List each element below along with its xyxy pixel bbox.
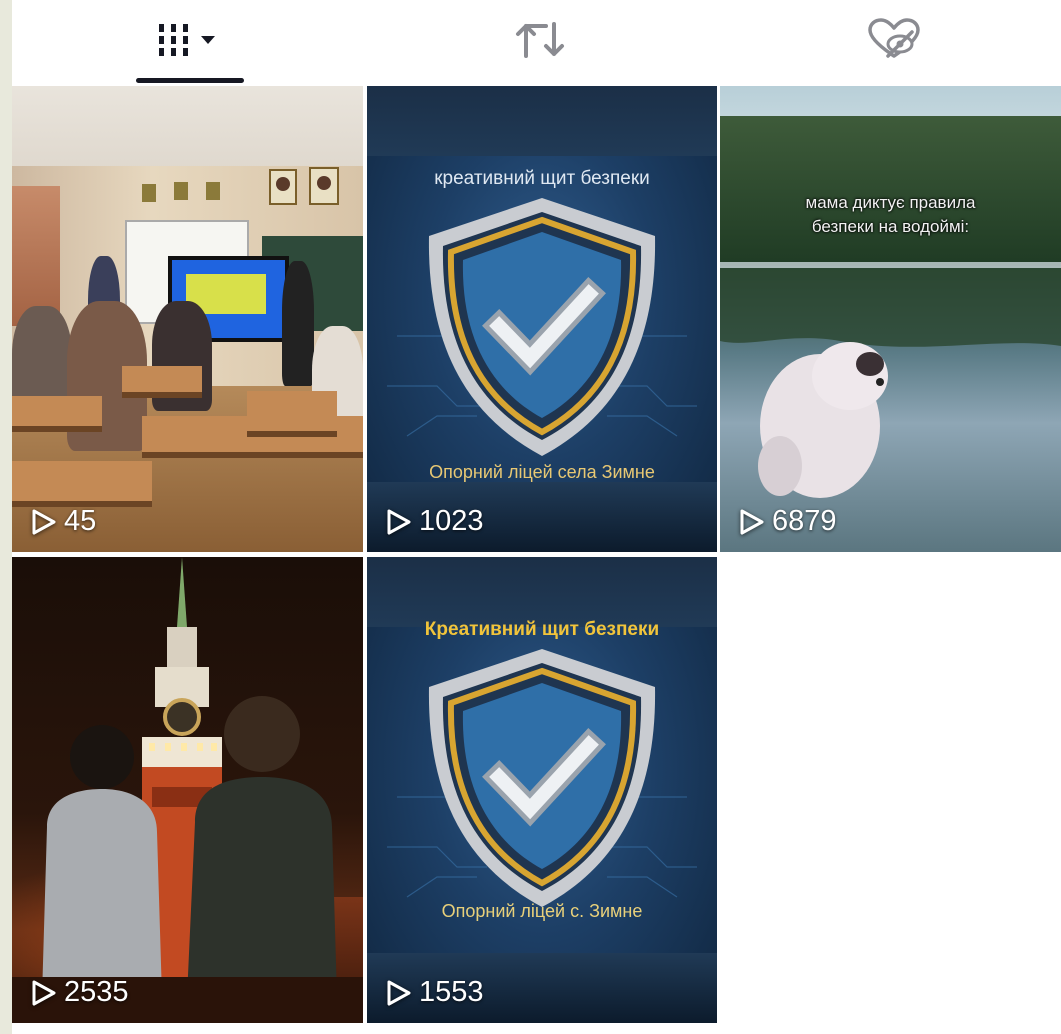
- view-count-value: 2535: [64, 976, 129, 1008]
- profile-content: 45 креативний щит безпеки Опорний ліцей …: [12, 0, 1061, 1034]
- play-icon: [32, 980, 56, 1005]
- video-thumbnail-shield: креативний щит безпеки Опорний ліцей сел…: [367, 86, 717, 552]
- caret-down-icon: [201, 36, 215, 44]
- video-thumbnail-lake: мама диктує правила безпеки на водоймі:: [720, 86, 1061, 552]
- hidden-likes-icon: [868, 18, 920, 58]
- video-thumbnail-shield: Креативний щит безпеки Опорний ліцей с. …: [367, 557, 717, 1023]
- video-tile[interactable]: 45: [12, 86, 363, 552]
- video-tile[interactable]: креативний щит безпеки Опорний ліцей сел…: [367, 86, 717, 552]
- view-count: 45: [30, 505, 96, 538]
- view-count: 1553: [385, 976, 484, 1009]
- tab-videos[interactable]: [89, 0, 289, 80]
- tab-liked[interactable]: [794, 0, 994, 80]
- view-count: 1023: [385, 505, 484, 538]
- video-caption-bottom: Опорний ліцей с. Зимне: [441, 901, 643, 921]
- view-count: 6879: [738, 505, 837, 538]
- video-tile[interactable]: мама диктує правила безпеки на водоймі: …: [720, 86, 1061, 552]
- video-tile[interactable]: 2535: [12, 557, 363, 1023]
- video-tile[interactable]: Креативний щит безпеки Опорний ліцей с. …: [367, 557, 717, 1023]
- view-count-value: 45: [64, 505, 97, 537]
- video-caption-top: Креативний щит безпеки: [424, 619, 660, 640]
- view-count-value: 1553: [419, 976, 484, 1008]
- video-caption-top: креативний щит безпеки: [434, 168, 650, 189]
- play-icon: [740, 509, 764, 534]
- play-icon: [32, 509, 56, 534]
- repost-icon: [516, 22, 564, 58]
- video-caption: мама диктує правила безпеки на водоймі:: [805, 193, 976, 236]
- view-count-value: 6879: [772, 505, 837, 537]
- profile-tab-bar: [12, 0, 1061, 86]
- play-icon: [387, 509, 411, 534]
- video-caption-bottom: Опорний ліцей села Зимне: [429, 462, 655, 482]
- video-thumbnail-kremlin: [12, 557, 363, 1023]
- play-icon: [387, 980, 411, 1005]
- tab-reposts[interactable]: [440, 0, 640, 80]
- view-count: 2535: [30, 976, 129, 1009]
- view-count-value: 1023: [419, 505, 484, 537]
- active-tab-indicator: [136, 78, 244, 83]
- video-thumbnail-classroom: [12, 86, 363, 552]
- grid-icon: [159, 24, 215, 56]
